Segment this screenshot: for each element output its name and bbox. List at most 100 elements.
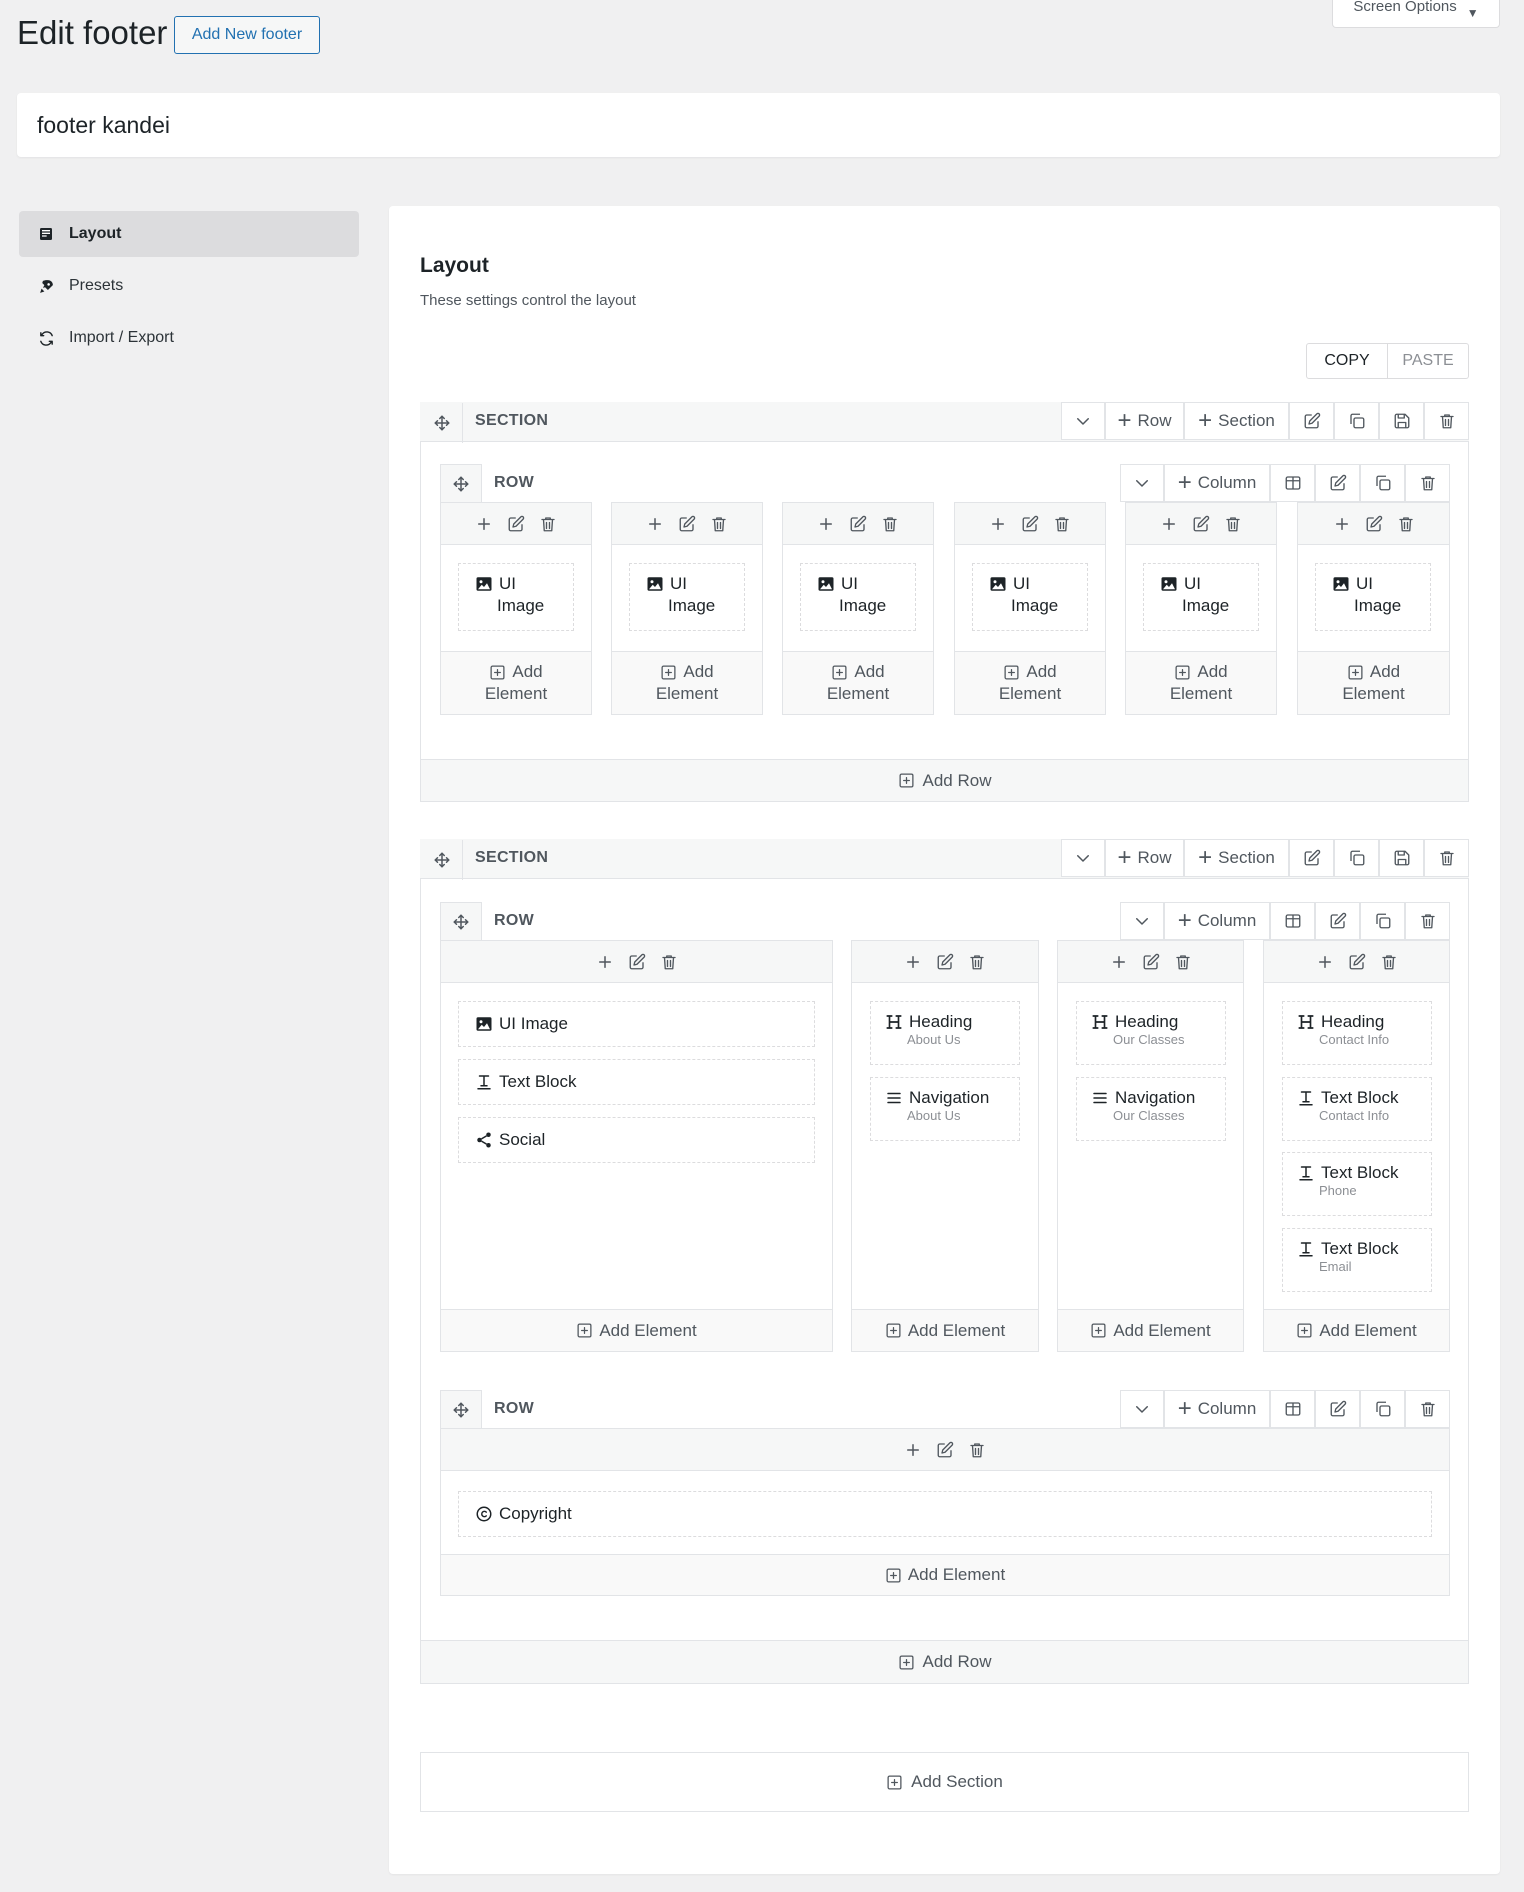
add-element-button[interactable]: Add Element (1058, 1309, 1243, 1351)
tab-layout[interactable]: Layout (19, 211, 359, 257)
tab-import-export[interactable]: Import / Export (19, 315, 359, 361)
edit-icon[interactable] (1021, 515, 1039, 533)
duplicate-section-button[interactable] (1334, 402, 1379, 440)
add-section-button[interactable]: + Section (1184, 839, 1289, 877)
delete-row-button[interactable] (1405, 902, 1450, 940)
plus-icon[interactable] (475, 515, 493, 533)
add-element-button[interactable]: Add Element (441, 651, 591, 714)
plus-icon[interactable] (1160, 515, 1178, 533)
edit-icon[interactable] (1192, 515, 1210, 533)
trash-icon[interactable] (968, 953, 986, 971)
edit-icon[interactable] (936, 1441, 954, 1459)
add-column-button[interactable]: + Column (1164, 1390, 1270, 1428)
duplicate-row-button[interactable] (1360, 1390, 1405, 1428)
edit-icon[interactable] (1348, 953, 1366, 971)
column-layout-button[interactable] (1270, 1390, 1315, 1428)
section-drag-handle[interactable] (421, 403, 463, 443)
tab-presets[interactable]: Presets (19, 263, 359, 309)
ui-image-element[interactable]: UI Image (972, 563, 1088, 631)
add-element-button[interactable]: Add Element (612, 651, 762, 714)
heading-element[interactable]: Heading Our Classes (1076, 1001, 1226, 1065)
collapse-row-button[interactable] (1120, 1390, 1164, 1428)
delete-row-button[interactable] (1405, 464, 1450, 502)
heading-element[interactable]: Heading About Us (870, 1001, 1020, 1065)
plus-icon[interactable] (646, 515, 664, 533)
screen-options-button[interactable]: Screen Options ▼ (1332, 0, 1500, 28)
navigation-element[interactable]: Navigation About Us (870, 1077, 1020, 1141)
row-drag-handle[interactable] (440, 902, 482, 942)
text-block-element[interactable]: Text Block Contact Info (1282, 1077, 1432, 1141)
edit-icon[interactable] (628, 953, 646, 971)
collapse-row-button[interactable] (1120, 902, 1164, 940)
edit-icon[interactable] (936, 953, 954, 971)
edit-row-button[interactable] (1315, 902, 1360, 940)
collapse-section-button[interactable] (1061, 402, 1105, 440)
plus-icon[interactable] (989, 515, 1007, 533)
duplicate-row-button[interactable] (1360, 902, 1405, 940)
social-element[interactable]: Social (458, 1117, 815, 1163)
add-section-bar[interactable]: Add Section (420, 1752, 1469, 1812)
add-row-bar[interactable]: Add Row (420, 1640, 1469, 1684)
row-drag-handle[interactable] (440, 1390, 482, 1430)
trash-icon[interactable] (1174, 953, 1192, 971)
edit-row-button[interactable] (1315, 464, 1360, 502)
add-element-button[interactable]: Add Element (852, 1309, 1038, 1351)
heading-element[interactable]: Heading Contact Info (1282, 1001, 1432, 1065)
add-element-button[interactable]: Add Element (783, 651, 933, 714)
paste-button[interactable]: PASTE (1387, 343, 1469, 379)
row-drag-handle[interactable] (440, 464, 482, 504)
add-element-button[interactable]: Add Element (955, 651, 1105, 714)
ui-image-element[interactable]: UI Image (458, 1001, 815, 1047)
edit-row-button[interactable] (1315, 1390, 1360, 1428)
copy-button[interactable]: COPY (1306, 343, 1388, 379)
trash-icon[interactable] (1053, 515, 1071, 533)
add-element-button[interactable]: Add Element (1126, 651, 1276, 714)
text-block-element[interactable]: Text Block (458, 1059, 815, 1105)
plus-icon[interactable] (904, 953, 922, 971)
trash-icon[interactable] (1224, 515, 1242, 533)
plus-icon[interactable] (1110, 953, 1128, 971)
trash-icon[interactable] (710, 515, 728, 533)
delete-section-button[interactable] (1424, 839, 1469, 877)
plus-icon[interactable] (1333, 515, 1351, 533)
trash-icon[interactable] (1397, 515, 1415, 533)
trash-icon[interactable] (968, 1441, 986, 1459)
duplicate-section-button[interactable] (1334, 839, 1379, 877)
trash-icon[interactable] (1380, 953, 1398, 971)
delete-section-button[interactable] (1424, 402, 1469, 440)
add-element-button[interactable]: Add Element (1298, 651, 1449, 714)
section-drag-handle[interactable] (421, 840, 463, 880)
add-row-button[interactable]: + Row (1105, 839, 1184, 877)
copyright-element[interactable]: Copyright (458, 1491, 1432, 1537)
save-section-button[interactable] (1379, 839, 1424, 877)
add-element-button[interactable]: Add Element (441, 1309, 832, 1351)
plus-icon[interactable] (904, 1441, 922, 1459)
delete-row-button[interactable] (1405, 1390, 1450, 1428)
ui-image-element[interactable]: UI Image (629, 563, 745, 631)
edit-icon[interactable] (849, 515, 867, 533)
ui-image-element[interactable]: UI Image (800, 563, 916, 631)
ui-image-element[interactable]: UI Image (1143, 563, 1259, 631)
add-row-bar[interactable]: Add Row (420, 759, 1469, 802)
post-title-input[interactable]: footer kandei (17, 93, 1500, 157)
edit-icon[interactable] (678, 515, 696, 533)
edit-section-button[interactable] (1289, 839, 1334, 877)
edit-icon[interactable] (507, 515, 525, 533)
add-section-button[interactable]: + Section (1184, 402, 1289, 440)
ui-image-element[interactable]: UI Image (458, 563, 574, 631)
ui-image-element[interactable]: UI Image (1315, 563, 1431, 631)
edit-icon[interactable] (1142, 953, 1160, 971)
text-block-element[interactable]: Text Block Phone (1282, 1152, 1432, 1216)
add-element-button[interactable]: Add Element (1264, 1309, 1449, 1351)
edit-icon[interactable] (1365, 515, 1383, 533)
trash-icon[interactable] (660, 953, 678, 971)
collapse-section-button[interactable] (1061, 839, 1105, 877)
add-new-footer-button[interactable]: Add New footer (174, 16, 320, 54)
plus-icon[interactable] (817, 515, 835, 533)
edit-section-button[interactable] (1289, 402, 1334, 440)
save-section-button[interactable] (1379, 402, 1424, 440)
add-column-button[interactable]: + Column (1164, 464, 1270, 502)
trash-icon[interactable] (539, 515, 557, 533)
duplicate-row-button[interactable] (1360, 464, 1405, 502)
text-block-element[interactable]: Text Block Email (1282, 1228, 1432, 1292)
